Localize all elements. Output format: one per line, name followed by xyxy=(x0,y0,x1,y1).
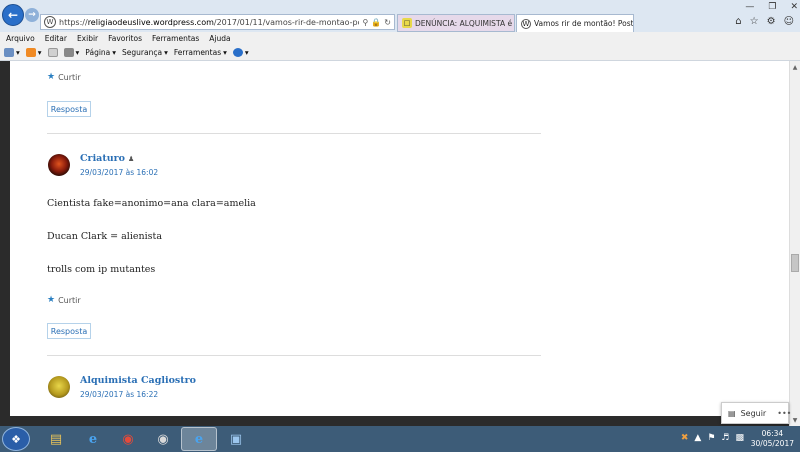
url-text[interactable]: https://religiaodeuslive.wordpress.com/2… xyxy=(59,18,359,27)
comment-author[interactable]: Criaturo ♟ xyxy=(80,153,134,164)
comment-author[interactable]: Alquimista Cagliostro xyxy=(80,375,196,386)
rss-icon xyxy=(25,48,36,57)
home-icon xyxy=(4,48,14,57)
network-icon[interactable]: ▩ xyxy=(735,433,744,443)
comment-date[interactable]: 29/03/2017 às 16:22 xyxy=(80,390,158,399)
menu-bar: Arquivo Editar Exibir Favoritos Ferramen… xyxy=(0,32,800,45)
menu-item-ajuda[interactable]: Ajuda xyxy=(209,34,230,43)
arrow-up-icon[interactable]: ▲ xyxy=(694,433,701,443)
clock-date: 30/05/2017 xyxy=(750,439,794,448)
window-icon[interactable]: ▣ xyxy=(218,427,254,451)
user-icon: ♟ xyxy=(127,155,135,163)
clock-time: 06:34 xyxy=(761,429,784,438)
like-row[interactable]: ★ Curtir xyxy=(47,295,81,305)
close-icon[interactable]: ✕ xyxy=(790,2,798,12)
help-command[interactable]: ▾ xyxy=(232,48,249,57)
wordpress-icon: W xyxy=(44,16,56,28)
follow-label: Seguir xyxy=(740,408,767,418)
refresh-icon[interactable]: ↻ xyxy=(384,18,391,27)
tools-menu[interactable]: Ferramentas ▾ xyxy=(174,48,227,57)
page-menu[interactable]: Página ▾ xyxy=(85,48,116,57)
star-icon: ★ xyxy=(47,295,56,305)
start-button[interactable]: ❖ xyxy=(2,427,30,451)
tab-label: Vamos rir de montão! Post ... xyxy=(534,19,634,28)
scrollbar-thumb[interactable] xyxy=(791,254,799,272)
flag-icon[interactable]: ⚑ xyxy=(707,433,715,443)
vertical-scrollbar[interactable]: ▲ ▼ xyxy=(789,61,800,426)
scroll-up-arrow-icon[interactable]: ▲ xyxy=(790,62,800,72)
like-label: Curtir xyxy=(58,295,81,305)
more-icon[interactable]: ••• xyxy=(777,409,791,418)
print-command[interactable]: ▾ xyxy=(63,48,79,57)
home-icon[interactable]: ⌂ xyxy=(735,16,741,27)
reply-button[interactable]: Resposta xyxy=(47,323,91,339)
comment-line: Ducan Clark = alienista xyxy=(47,231,163,242)
lock-icon[interactable]: 🔒 xyxy=(371,18,381,27)
chrome-icon[interactable]: ◉ xyxy=(110,427,146,451)
clock[interactable]: 06:34 30/05/2017 xyxy=(751,429,794,449)
speaker-icon[interactable]: ♬ xyxy=(721,433,729,443)
page-viewport: ★ Curtir Resposta Criaturo ♟ 29/03/2017 à… xyxy=(0,61,789,426)
wordpress-icon: W xyxy=(521,18,531,29)
menu-item-arquivo[interactable]: Arquivo xyxy=(6,34,35,43)
star-icon: ★ xyxy=(47,72,56,82)
follow-button[interactable]: ▤ Seguir ••• xyxy=(721,402,791,424)
smiley-icon[interactable]: ☺ xyxy=(784,16,794,27)
scroll-down-arrow-icon[interactable]: ▼ xyxy=(790,415,800,425)
comment-date[interactable]: 29/03/2017 às 16:02 xyxy=(80,168,158,177)
divider xyxy=(47,355,541,356)
minimize-icon[interactable]: — xyxy=(745,2,754,12)
tab-denuncia[interactable]: □ DENÚNCIA: ALQUIMISTA é A... xyxy=(397,14,515,32)
forward-button[interactable]: → xyxy=(25,8,39,22)
comments-section: ★ Curtir Resposta Criaturo ♟ 29/03/2017 à… xyxy=(10,61,789,416)
gear-icon[interactable]: ⚙ xyxy=(767,16,776,27)
home-command[interactable]: ▾ xyxy=(4,48,20,57)
divider xyxy=(47,133,541,134)
command-bar: ▾ ▾ ▾ Página ▾ Segurança ▾ Ferramentas ▾ ▾ xyxy=(0,45,800,61)
internet-explorer-active-icon[interactable]: e xyxy=(181,427,217,451)
comment-line: Cientista fake=anonimo=ana clara=amelia xyxy=(47,198,256,209)
internet-explorer-icon[interactable]: e xyxy=(75,427,111,451)
help-icon xyxy=(232,48,243,57)
avatar[interactable] xyxy=(48,376,70,398)
tab-label: DENÚNCIA: ALQUIMISTA é A... xyxy=(415,18,514,28)
menu-item-favoritos[interactable]: Favoritos xyxy=(108,34,142,43)
maximize-icon[interactable]: ❐ xyxy=(768,2,776,12)
reply-button[interactable]: Resposta xyxy=(47,101,91,117)
system-tray: ✖ ▲ ⚑ ♬ ▩ xyxy=(681,433,744,443)
search-icon[interactable]: ⚲ xyxy=(362,18,368,27)
paint-icon[interactable]: ◉ xyxy=(145,427,181,451)
print-icon xyxy=(63,48,74,57)
comment-line: trolls com ip mutantes xyxy=(47,264,156,275)
menu-item-ferramentas[interactable]: Ferramentas xyxy=(152,34,199,43)
favorites-star-icon[interactable]: ☆ xyxy=(750,16,759,27)
mail-icon xyxy=(47,48,58,57)
back-button[interactable]: ← xyxy=(2,4,24,26)
tab-vamos-rir[interactable]: W Vamos rir de montão! Post ... × xyxy=(516,14,634,32)
yellow-chat-icon: □ xyxy=(402,18,412,28)
menu-item-editar[interactable]: Editar xyxy=(45,34,67,43)
address-bar[interactable]: W https://religiaodeuslive.wordpress.com… xyxy=(40,14,395,30)
menu-item-exibir[interactable]: Exibir xyxy=(77,34,98,43)
taskbar: ❖ ▤ e ◉ ◉ e ▣ ✖ ▲ ⚑ ♬ ▩ 06:34 30/05/2017 xyxy=(0,426,800,452)
avatar[interactable] xyxy=(48,154,70,176)
like-label: Curtir xyxy=(58,72,81,82)
file-explorer-icon[interactable]: ▤ xyxy=(38,427,74,451)
browser-toolbar: ← → W https://religiaodeuslive.wordpress… xyxy=(0,0,800,32)
feeds-command[interactable]: ▾ xyxy=(25,48,42,57)
security-menu[interactable]: Segurança ▾ xyxy=(122,48,168,57)
tool-icon[interactable]: ✖ xyxy=(681,433,689,443)
mail-command[interactable] xyxy=(47,48,58,57)
follow-icon: ▤ xyxy=(728,408,736,418)
like-row[interactable]: ★ Curtir xyxy=(47,72,81,82)
